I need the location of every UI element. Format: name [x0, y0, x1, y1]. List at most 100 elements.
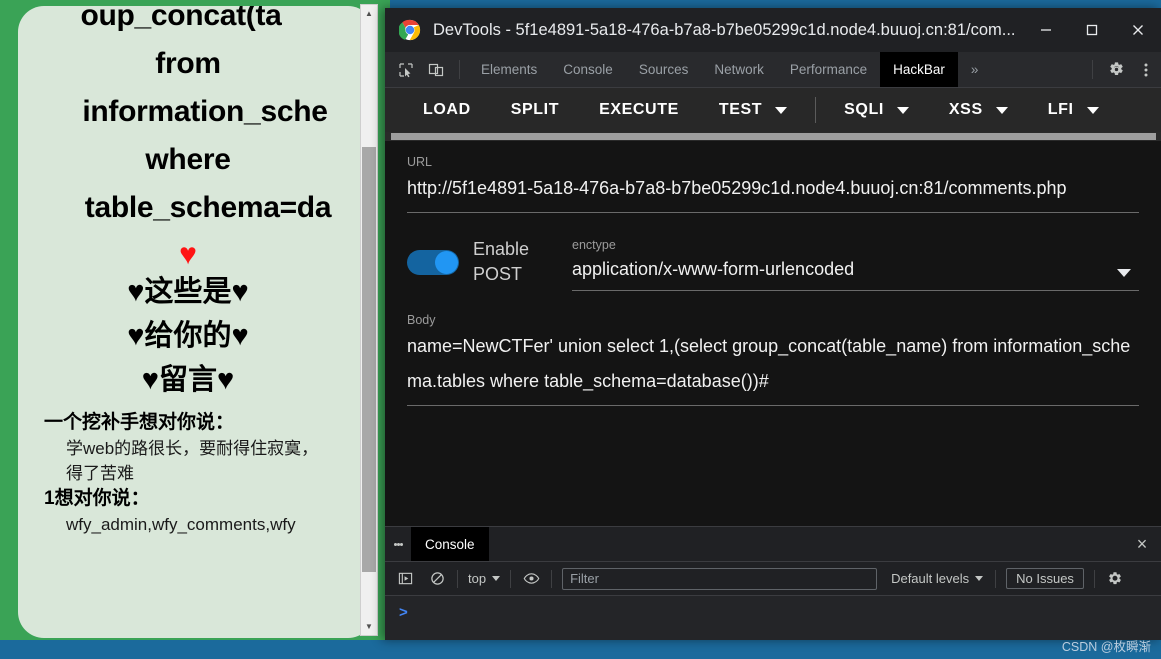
tab-hackbar[interactable]: HackBar	[880, 52, 958, 87]
hackbar-xss-label: XSS	[948, 101, 983, 118]
hackbar-horizontal-scrollbar[interactable]	[385, 132, 1161, 141]
chevron-down-icon	[975, 576, 984, 581]
toolbar-divider	[459, 60, 460, 79]
scrollbar-thumb[interactable]	[362, 147, 376, 572]
message-block: 一个挖补手想对你说： 学web的路很长，要耐得住寂寞， 得了苦难 1想对你说： …	[18, 410, 358, 537]
chevron-down-icon	[896, 106, 909, 114]
tab-elements[interactable]: Elements	[468, 52, 550, 87]
devtools-tabstrip: Elements Console Sources Network Perform…	[385, 52, 1161, 88]
hackbar-lfi-button[interactable]: LFI	[1028, 101, 1119, 119]
hackbar-test-button[interactable]: TEST	[699, 101, 807, 119]
execute-sidebar-icon[interactable]	[389, 571, 421, 586]
toolbar-divider	[510, 569, 512, 588]
minimize-button[interactable]	[1023, 8, 1069, 52]
enctype-select[interactable]: application/x-www-form-urlencoded	[572, 254, 1139, 284]
kebab-menu-icon[interactable]	[1131, 52, 1161, 87]
hackbar-test-label: TEST	[718, 101, 763, 118]
drawer-tab-console[interactable]: Console	[411, 527, 489, 561]
toggle-switch[interactable]	[407, 249, 459, 275]
close-button[interactable]	[1115, 8, 1161, 52]
window-controls	[1023, 8, 1161, 52]
message-title: 1想对你说：	[44, 488, 150, 509]
console-output[interactable]: >	[385, 596, 1161, 640]
scroll-up-arrow-icon[interactable]: ▲	[361, 5, 377, 22]
more-tabs-button[interactable]: »	[958, 52, 992, 87]
maximize-button[interactable]	[1069, 8, 1115, 52]
toolbar-divider	[815, 97, 817, 123]
enctype-field-group: enctype application/x-www-form-urlencode…	[572, 238, 1139, 291]
message-title: 一个挖补手想对你说：	[44, 412, 235, 433]
url-input[interactable]: http://5f1e4891-5a18-476a-b7a8-b7be05299…	[407, 171, 1139, 206]
live-expression-icon[interactable]	[515, 570, 547, 587]
console-toolbar: top Filter Default levels No Issues	[385, 562, 1161, 596]
hackbar-execute-label: EXECUTE	[599, 101, 679, 118]
tabstrip-right-actions	[1084, 52, 1161, 87]
chrome-logo-icon	[399, 19, 421, 41]
hackbar-load-button[interactable]: LOAD	[403, 101, 491, 119]
toolbar-divider	[1092, 60, 1093, 79]
tab-sources[interactable]: Sources	[626, 52, 702, 87]
sql-echo-line: table_schema=da	[84, 191, 332, 224]
message-line: 得了苦难	[66, 464, 134, 483]
page-content-card: oup_concat(ta from information_sche wher…	[18, 6, 374, 638]
hackbar-xss-button[interactable]: XSS	[929, 101, 1028, 119]
hackbar-sqli-button[interactable]: SQLI	[824, 101, 929, 119]
body-field-group: Body name=NewCTFer' union select 1,(sele…	[407, 313, 1139, 406]
tab-performance[interactable]: Performance	[777, 52, 880, 87]
post-settings-row: Enable POST enctype application/x-www-fo…	[407, 237, 1139, 291]
console-context-select[interactable]: top	[462, 571, 506, 586]
console-context-value: top	[468, 571, 487, 586]
hackbar-panel: URL http://5f1e4891-5a18-476a-b7a8-b7be0…	[385, 141, 1161, 526]
sql-echo-line: oup_concat(ta	[80, 6, 282, 32]
message-line: wfy_admin,wfy_comments,wfy	[66, 515, 296, 534]
field-underline	[572, 290, 1139, 291]
clear-console-icon[interactable]	[421, 571, 453, 586]
console-levels-select[interactable]: Default levels	[883, 571, 991, 586]
chevron-down-icon[interactable]	[1117, 269, 1131, 277]
page-scrollbar[interactable]: ▲ ▼	[360, 4, 378, 636]
devtools-titlebar: DevTools - 5f1e4891-5a18-476a-b7a8-b7be0…	[385, 8, 1161, 52]
url-field-label: URL	[407, 155, 433, 169]
devtools-window: DevTools - 5f1e4891-5a18-476a-b7a8-b7be0…	[385, 8, 1161, 640]
drawer-tabstrip: Console ×	[385, 526, 1161, 562]
toolbar-divider	[995, 569, 997, 588]
hackbar-split-button[interactable]: SPLIT	[491, 101, 579, 119]
toggle-knob	[435, 250, 458, 274]
close-drawer-button[interactable]: ×	[1123, 527, 1161, 561]
hackbar-load-label: LOAD	[423, 101, 471, 118]
console-filter-placeholder: Filter	[570, 571, 599, 586]
hackbar-toolbar: LOAD SPLIT EXECUTE TEST SQLI XSS LFI	[385, 88, 1161, 132]
hackbar-sqli-label: SQLI	[844, 101, 884, 118]
enable-post-toggle[interactable]: Enable POST	[407, 237, 572, 291]
drawer-menu-icon[interactable]	[385, 527, 411, 561]
scroll-down-arrow-icon[interactable]: ▼	[361, 618, 377, 635]
console-filter-input[interactable]: Filter	[562, 567, 878, 590]
hackbar-execute-button[interactable]: EXECUTE	[579, 101, 699, 119]
heart-text-line: ♥留言♥	[141, 364, 235, 396]
no-issues-button[interactable]: No Issues	[1006, 568, 1084, 589]
sql-echo-line: information_sche	[82, 95, 328, 128]
heart-text-line: ♥给你的♥	[127, 320, 249, 352]
body-textarea[interactable]: name=NewCTFer' union select 1,(select gr…	[407, 329, 1139, 399]
message-line: 学web的路很长，要耐得住寂寞，	[66, 439, 319, 458]
sql-echo-line: from	[155, 47, 221, 80]
page-content: oup_concat(ta from information_sche wher…	[18, 6, 358, 537]
scrollbar-thumb[interactable]	[391, 133, 1156, 140]
screenshot-root: oup_concat(ta from information_sche wher…	[0, 0, 1161, 659]
console-settings-icon[interactable]	[1099, 571, 1131, 587]
enable-post-label: Enable POST	[473, 239, 530, 284]
chevron-down-icon	[1086, 106, 1099, 114]
device-toolbar-icon[interactable]	[421, 52, 451, 87]
body-field-label: Body	[407, 313, 436, 327]
inspect-element-icon[interactable]	[391, 52, 421, 87]
tab-network[interactable]: Network	[701, 52, 777, 87]
browser-page-background: oup_concat(ta from information_sche wher…	[0, 0, 390, 640]
tab-console[interactable]: Console	[550, 52, 626, 87]
gear-icon[interactable]	[1101, 52, 1131, 87]
hackbar-lfi-label: LFI	[1047, 101, 1074, 118]
console-drawer: Console × top Filter Default levels No I…	[385, 526, 1161, 640]
sql-echo-line: where	[145, 143, 231, 176]
console-prompt-icon: >	[399, 604, 408, 621]
heart-text-line: ♥这些是♥	[127, 276, 249, 308]
chevron-down-icon	[775, 106, 788, 114]
